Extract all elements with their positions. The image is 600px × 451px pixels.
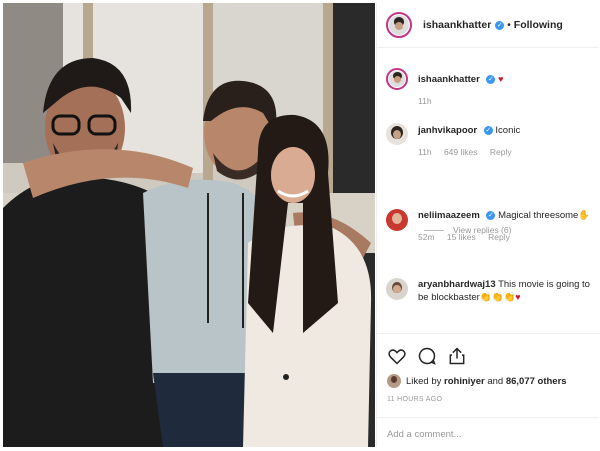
verified-badge-icon: ✓ (483, 125, 493, 135)
header-separator: • (507, 19, 511, 31)
share-icon[interactable] (447, 346, 467, 366)
heart-icon: ♥ (498, 74, 504, 84)
comment-item: neliimaazeem ✓ Magical threesome✋ 52m 15… (386, 209, 591, 243)
following-button[interactable]: Following (514, 19, 563, 31)
avatar[interactable] (386, 209, 408, 231)
comment-username[interactable]: janhvikapoor (418, 125, 477, 136)
post-timestamp[interactable]: 11 HOURS AGO (387, 396, 442, 403)
action-icons (387, 346, 477, 366)
comment-username[interactable]: ishaankhatter (418, 74, 480, 85)
instagram-post-embed: ishaankhatter ✓ • Following ishaankhatte… (0, 0, 600, 450)
post-header: ishaankhatter ✓ • Following (377, 3, 599, 48)
likes-count[interactable]: 86,077 others (506, 376, 567, 387)
comment-likes[interactable]: 15 likes (447, 232, 476, 242)
comment-caption: ishaankhatter ✓ ♥ 11h (386, 68, 591, 107)
heart-icon: ♥ (515, 292, 521, 302)
comment-text: Iconic (495, 125, 521, 136)
author-username[interactable]: ishaankhatter (423, 19, 491, 31)
liked-by: Liked by rohiniyer and 86,077 others (387, 374, 567, 388)
post-actions: Liked by rohiniyer and 86,077 others 11 … (377, 333, 599, 449)
comment-username[interactable]: aryanbhardwaj13 (418, 279, 496, 290)
comment-time: 11h (418, 96, 432, 106)
post-photo[interactable] (3, 3, 375, 447)
comment-time: 52m (418, 232, 435, 242)
post-sidebar: ishaankhatter ✓ • Following ishaankhatte… (376, 3, 599, 449)
reply-button[interactable]: Reply (488, 232, 510, 242)
verified-badge-icon: ✓ (486, 74, 496, 84)
liker-avatar[interactable] (387, 374, 401, 388)
liked-and: and (487, 375, 504, 387)
reply-button[interactable]: Reply (490, 147, 512, 157)
comment-emoji: ✋ (578, 210, 591, 221)
verified-badge-icon: ✓ (486, 210, 496, 220)
comment-item: janhvikapoor ✓ Iconic 11h 649 likes Repl… (386, 123, 591, 158)
comment-likes[interactable]: 649 likes (444, 147, 478, 157)
post-photo-illustration (3, 3, 375, 447)
author-avatar[interactable] (386, 12, 412, 38)
comment-emoji: 👏👏👏 (479, 292, 516, 303)
avatar[interactable] (386, 68, 408, 90)
liked-by-prefix: Liked by (406, 375, 442, 387)
comments-list[interactable]: ishaankhatter ✓ ♥ 11h janhvikapoor ✓ Ico… (377, 49, 599, 333)
liked-by-user[interactable]: rohiniyer (444, 376, 485, 387)
heart-outline-icon[interactable] (387, 346, 407, 366)
verified-badge-icon: ✓ (495, 20, 505, 30)
add-comment-input[interactable]: Add a comment... (377, 417, 599, 450)
avatar[interactable] (386, 123, 408, 145)
comment-time: 11h (418, 147, 432, 157)
avatar[interactable] (386, 278, 408, 300)
comment-item: aryanbhardwaj13 This movie is going to b… (386, 278, 591, 304)
comment-username[interactable]: neliimaazeem (418, 210, 480, 221)
comment-text: Magical threesome (498, 210, 579, 221)
comment-icon[interactable] (417, 346, 437, 366)
